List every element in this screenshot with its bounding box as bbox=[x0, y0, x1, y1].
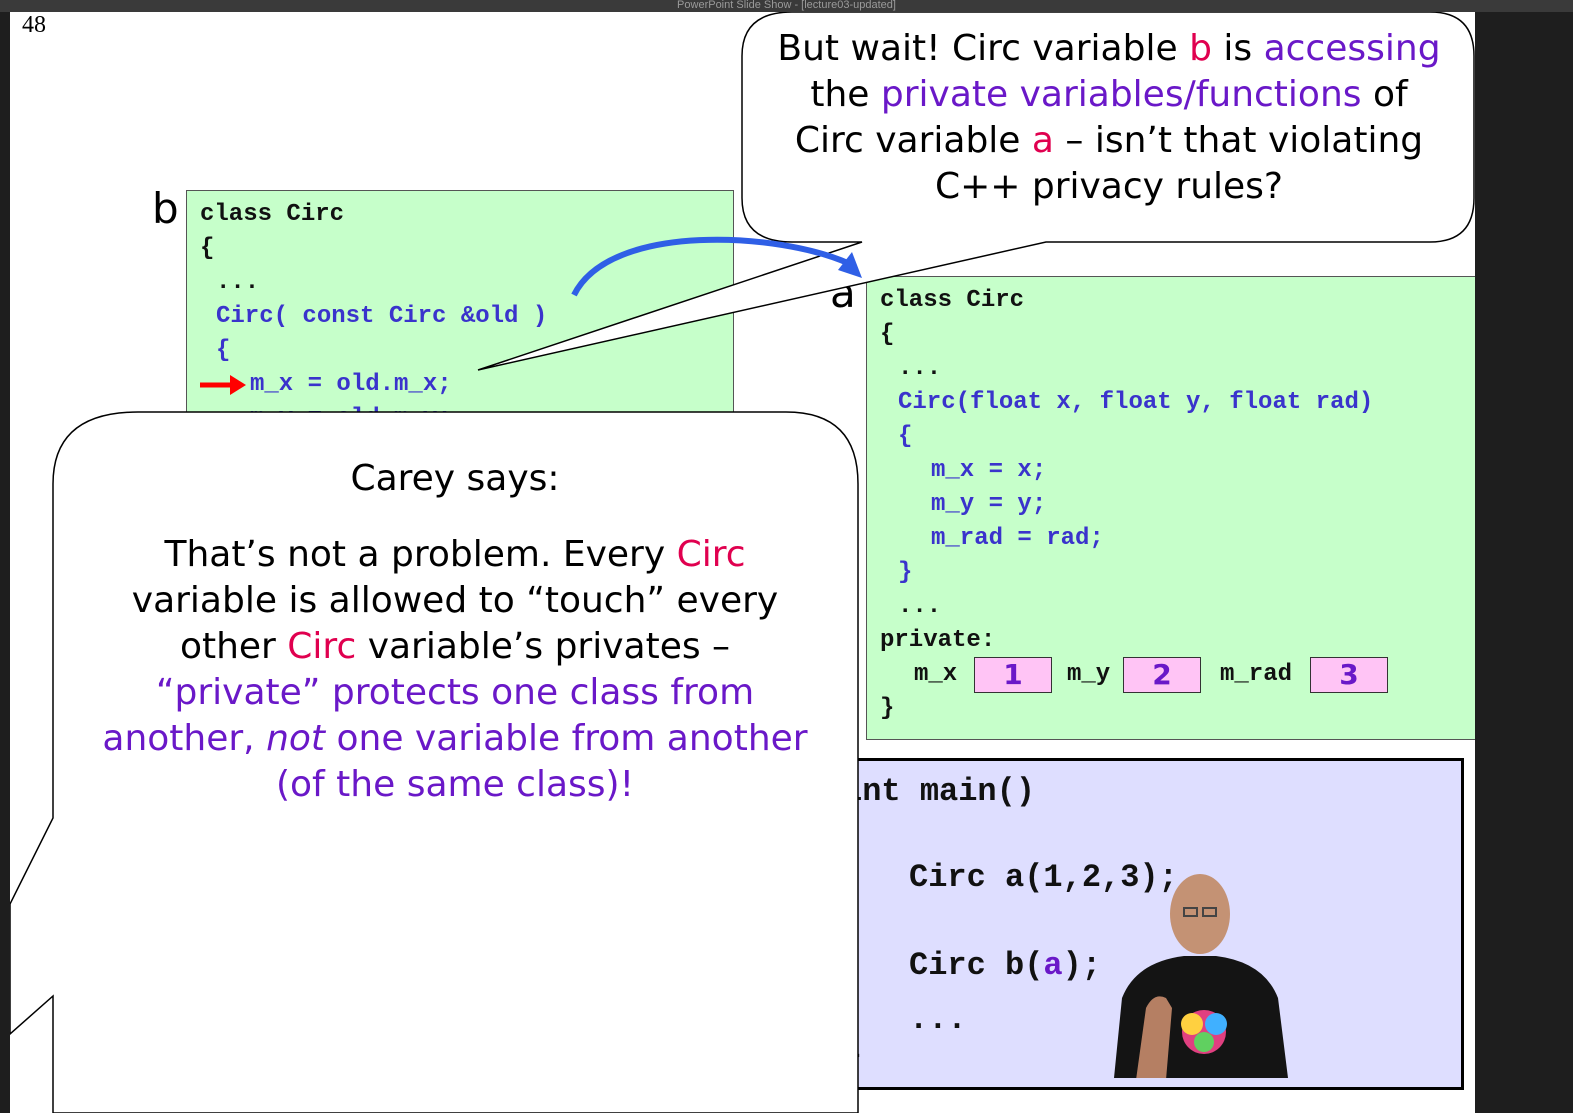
bubble-highlight: Circ bbox=[676, 534, 746, 575]
bubble-line: another, not one variable from another bbox=[56, 716, 854, 762]
carey-bubble-text: Carey says: That’s not a problem. Every … bbox=[56, 456, 854, 808]
bubble-line: “private” protects one class from bbox=[155, 672, 755, 713]
bubble-emphasis: not bbox=[266, 718, 326, 759]
bubble-line: (of the same class)! bbox=[275, 764, 635, 805]
bubble-line: variable is allowed to “touch” every bbox=[131, 580, 779, 621]
bubble-text: one variable from another bbox=[325, 718, 808, 759]
bubble-text: variable’s privates – bbox=[356, 626, 731, 667]
bubble-text: another, bbox=[102, 718, 267, 759]
bubble-highlight: Circ bbox=[287, 626, 357, 667]
presenter-video bbox=[1114, 874, 1288, 1078]
presenter-face bbox=[1170, 874, 1230, 954]
slide: 48 b class Circ { ... Circ( const Circ &… bbox=[10, 12, 1475, 1113]
window-title: PowerPoint Slide Show - [lecture03-updat… bbox=[0, 0, 1573, 12]
bubble-line: That’s not a problem. Every Circ bbox=[56, 532, 854, 578]
bubble-text: other bbox=[179, 626, 288, 667]
bubble-heading: Carey says: bbox=[350, 458, 560, 499]
bubble-text: That’s not a problem. Every bbox=[164, 534, 677, 575]
bubble-line: other Circ variable’s privates – bbox=[56, 624, 854, 670]
